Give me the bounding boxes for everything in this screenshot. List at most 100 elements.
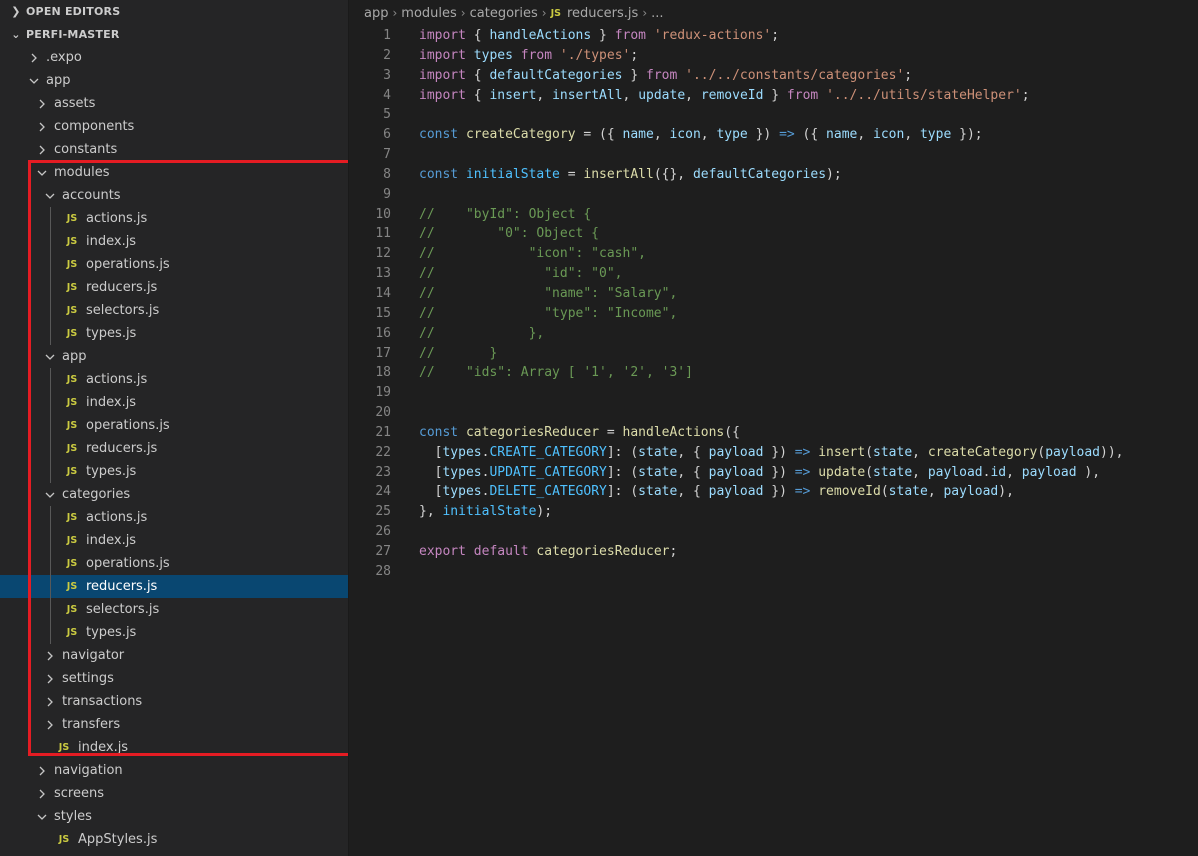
code-line[interactable]: 7 xyxy=(349,145,1198,165)
chevron-down-icon[interactable] xyxy=(42,188,58,204)
chevron-right-icon[interactable] xyxy=(42,717,58,733)
tree-file[interactable]: JS selectors.js xyxy=(0,598,348,621)
chevron-right-icon[interactable] xyxy=(26,50,42,66)
code-line[interactable]: 20 xyxy=(349,403,1198,423)
chevron-right-icon[interactable] xyxy=(34,119,50,135)
line-number: 15 xyxy=(375,305,391,321)
chevron-right-icon[interactable] xyxy=(42,671,58,687)
code-line[interactable]: 28 xyxy=(349,562,1198,582)
tree-folder[interactable]: accounts xyxy=(0,184,348,207)
line-number: 14 xyxy=(375,285,391,301)
code-line[interactable]: 21 const categoriesReducer = handleAction… xyxy=(349,423,1198,443)
tree-file[interactable]: JS operations.js xyxy=(0,414,348,437)
code-view[interactable]: 1 import { handleActions } from 'redux-ac… xyxy=(349,26,1198,582)
tree-file[interactable]: JS types.js xyxy=(0,621,348,644)
code-line[interactable]: 18 // "ids": Array [ '1', '2', '3'] xyxy=(349,363,1198,383)
chevron-right-icon[interactable] xyxy=(34,96,50,112)
breadcrumb-item[interactable]: app xyxy=(364,6,388,21)
tree-folder[interactable]: app xyxy=(0,345,348,368)
code-line[interactable]: 17 // } xyxy=(349,344,1198,364)
code-line[interactable]: 12 // "icon": "cash", xyxy=(349,244,1198,264)
chevron-right-icon[interactable] xyxy=(42,694,58,710)
breadcrumb-item[interactable]: ... xyxy=(651,6,663,21)
code-token: import xyxy=(419,67,466,83)
code-line[interactable]: 24 [types. DELETE_CATEGORY]: (state, { pa… xyxy=(349,482,1198,502)
tree-file[interactable]: JS index.js xyxy=(0,736,348,759)
chevron-down-icon[interactable] xyxy=(34,809,50,825)
tree-file[interactable]: JS actions.js xyxy=(0,506,348,529)
code-line[interactable]: 11 // "0": Object { xyxy=(349,224,1198,244)
tree-folder[interactable]: transactions xyxy=(0,690,348,713)
open-editors-header[interactable]: ❯ OPEN EDITORS xyxy=(0,0,348,23)
project-header[interactable]: ⌄ PERFI-MASTER xyxy=(0,23,348,46)
chevron-right-icon[interactable] xyxy=(34,142,50,158)
tree-folder[interactable]: styles xyxy=(0,805,348,828)
code-token: initialState xyxy=(442,504,537,520)
tree-folder[interactable]: modules xyxy=(0,161,348,184)
tree-file[interactable]: JS operations.js xyxy=(0,552,348,575)
code-token: => xyxy=(794,484,811,500)
tree-folder[interactable]: settings xyxy=(0,667,348,690)
tree-file[interactable]: JS actions.js xyxy=(0,207,348,230)
code-token: categoriesReducer xyxy=(536,543,670,559)
code-line[interactable]: 15 // "type": "Income", xyxy=(349,304,1198,324)
code-line[interactable]: 13 // "id": "0", xyxy=(349,264,1198,284)
code-line[interactable]: 22 [types. CREATE_CATEGORY]: (state, { pa… xyxy=(349,443,1198,463)
code-line[interactable]: 23 [types. UPDATE_CATEGORY]: (state, { pa… xyxy=(349,463,1198,483)
chevron-down-icon[interactable] xyxy=(34,165,50,181)
tree-file[interactable]: JS reducers.js xyxy=(0,437,348,460)
code-token: state xyxy=(638,444,678,460)
tree-folder[interactable]: assets xyxy=(0,92,348,115)
code-line[interactable]: 16 // }, xyxy=(349,324,1198,344)
code-line[interactable]: 9 xyxy=(349,185,1198,205)
tree-file[interactable]: JS selectors.js xyxy=(0,299,348,322)
tree-folder[interactable]: .expo xyxy=(0,46,348,69)
code-line[interactable]: 19 xyxy=(349,383,1198,403)
tree-folder[interactable]: navigation xyxy=(0,759,348,782)
tree-file[interactable]: JS types.js xyxy=(0,322,348,345)
tree-folder[interactable]: categories xyxy=(0,483,348,506)
code-line[interactable]: 14 // "name": "Salary", xyxy=(349,284,1198,304)
code-line[interactable]: 25}, initialState); xyxy=(349,502,1198,522)
code-line[interactable]: 6 const createCategory = ({ name, icon, t… xyxy=(349,125,1198,145)
chevron-right-icon[interactable] xyxy=(34,786,50,802)
code-line[interactable]: 4 import { insert, insertAll, update, rem… xyxy=(349,86,1198,106)
tree-file[interactable]: JS actions.js xyxy=(0,368,348,391)
line-number: 21 xyxy=(375,424,391,440)
code-line[interactable]: 2 import types from './types'; xyxy=(349,46,1198,66)
tree-file[interactable]: JS index.js xyxy=(0,230,348,253)
breadcrumb-item[interactable]: reducers.js xyxy=(567,6,638,21)
code-token: // "type": "Income", xyxy=(419,305,678,321)
tree-folder[interactable]: constants xyxy=(0,138,348,161)
tree-folder[interactable]: navigator xyxy=(0,644,348,667)
breadcrumb-item[interactable]: modules xyxy=(401,6,457,21)
tree-item-label: assets xyxy=(54,96,96,111)
javascript-file-icon: JS xyxy=(66,604,78,615)
chevron-right-icon[interactable] xyxy=(34,763,50,779)
breadcrumb-item[interactable]: categories xyxy=(470,6,538,21)
code-line[interactable]: 3 import { defaultCategories } from '../.… xyxy=(349,66,1198,86)
code-line[interactable]: 8 const initialState = insertAll ({}, defa… xyxy=(349,165,1198,185)
tree-folder[interactable]: app xyxy=(0,69,348,92)
tree-file[interactable]: JS types.js xyxy=(0,460,348,483)
chevron-down-icon[interactable] xyxy=(42,487,58,503)
code-line[interactable]: 5 xyxy=(349,105,1198,125)
tree-file[interactable]: JS operations.js xyxy=(0,253,348,276)
code-token: import xyxy=(419,28,466,43)
tree-file[interactable]: JS index.js xyxy=(0,391,348,414)
tree-file[interactable]: JS reducers.js xyxy=(0,575,348,598)
chevron-right-icon[interactable] xyxy=(42,648,58,664)
tree-folder[interactable]: screens xyxy=(0,782,348,805)
tree-folder[interactable]: transfers xyxy=(0,713,348,736)
code-line[interactable]: 1 import { handleActions } from 'redux-ac… xyxy=(349,26,1198,46)
code-line[interactable]: 27 export default categoriesReducer; xyxy=(349,542,1198,562)
tree-file[interactable]: JS AppStyles.js xyxy=(0,828,348,851)
tree-folder[interactable]: components xyxy=(0,115,348,138)
code-line[interactable]: 10 // "byId": Object { xyxy=(349,205,1198,225)
tree-file[interactable]: JS reducers.js xyxy=(0,276,348,299)
tree-file[interactable]: JS index.js xyxy=(0,529,348,552)
chevron-down-icon[interactable] xyxy=(26,73,42,89)
chevron-down-icon[interactable] xyxy=(42,349,58,365)
code-token: ), xyxy=(998,484,1014,500)
code-line[interactable]: 26 xyxy=(349,522,1198,542)
